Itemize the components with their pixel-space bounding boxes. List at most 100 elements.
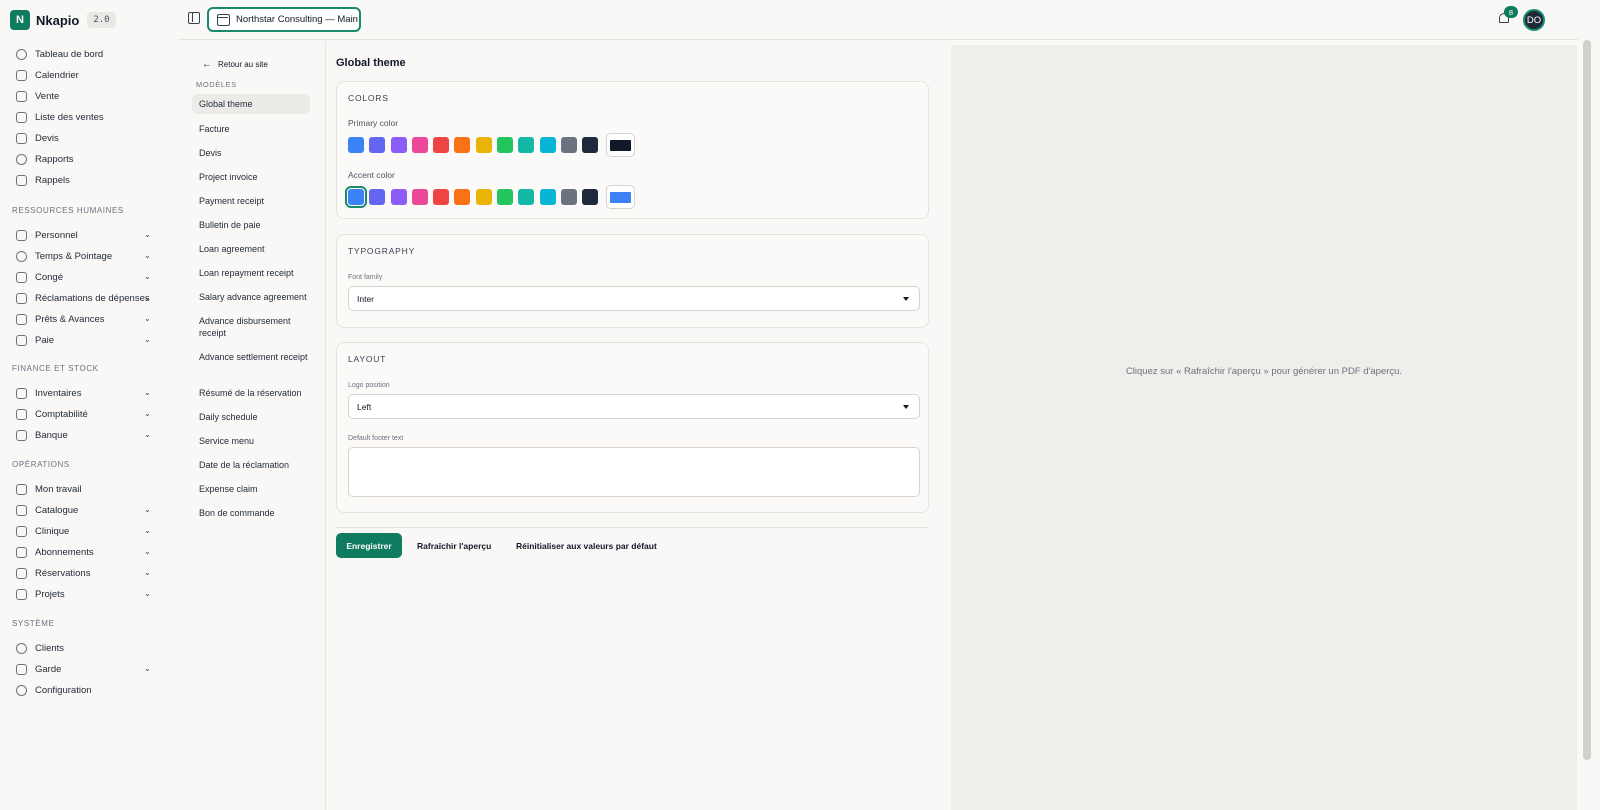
sidebar-item-r-servations[interactable]: Réservations ⌄: [12, 563, 152, 583]
reset-defaults-button[interactable]: Réinitialiser aux valeurs par défaut: [516, 533, 657, 558]
color-swatch[interactable]: [390, 189, 407, 205]
color-swatch[interactable]: [411, 189, 428, 205]
chevron-down-icon[interactable]: ⌄: [144, 410, 152, 418]
color-swatch[interactable]: [411, 137, 428, 153]
chevron-down-icon[interactable]: ⌄: [144, 569, 152, 577]
custom-color-picker[interactable]: [605, 133, 635, 157]
template-item[interactable]: Loan agreement: [192, 243, 310, 255]
template-item[interactable]: Advance settlement receipt: [192, 351, 310, 363]
refresh-preview-button[interactable]: Rafraîchir l'aperçu: [417, 533, 491, 558]
color-swatch[interactable]: [539, 189, 556, 205]
logo-position-select[interactable]: Left: [348, 394, 920, 419]
color-swatch[interactable]: [369, 189, 386, 205]
color-swatch[interactable]: [497, 137, 514, 153]
template-item[interactable]: Bulletin de paie: [192, 219, 310, 231]
save-button[interactable]: Enregistrer: [336, 533, 402, 558]
sidebar-item-vente[interactable]: Vente: [12, 86, 152, 106]
color-swatch[interactable]: [454, 189, 471, 205]
color-swatch[interactable]: [582, 189, 599, 205]
sidebar-item-catalogue[interactable]: Catalogue ⌄: [12, 500, 152, 520]
template-item[interactable]: Facture: [192, 123, 310, 135]
chevron-down-icon[interactable]: ⌄: [144, 548, 152, 556]
sidebar-item-personnel[interactable]: Personnel ⌄: [12, 225, 152, 245]
custom-color-picker[interactable]: [605, 185, 635, 209]
color-swatch[interactable]: [348, 137, 364, 153]
templates-nav: ← Retour au site MODÈLES Global theme Fac…: [178, 41, 326, 810]
sidebar-item-temps-pointage[interactable]: Temps & Pointage ⌄: [12, 246, 152, 266]
font-family-select[interactable]: Inter: [348, 286, 920, 311]
color-swatch[interactable]: [345, 186, 367, 208]
footer-text-input[interactable]: [348, 447, 920, 497]
sidebar-item-calendrier[interactable]: Calendrier: [12, 65, 152, 85]
chevron-down-icon[interactable]: ⌄: [144, 506, 152, 514]
template-item[interactable]: Résumé de la réservation: [192, 387, 310, 399]
avatar[interactable]: DO: [1523, 9, 1545, 31]
template-item[interactable]: Salary advance agreement: [192, 291, 310, 303]
color-swatch[interactable]: [518, 137, 535, 153]
template-item[interactable]: Project invoice: [192, 171, 310, 183]
sidebar-item-clinique[interactable]: Clinique ⌄: [12, 521, 152, 541]
scrollbar[interactable]: [1583, 40, 1591, 760]
color-swatch[interactable]: [475, 137, 492, 153]
brand[interactable]: N Nkapio 2.0: [10, 10, 116, 30]
color-swatch[interactable]: [433, 137, 450, 153]
color-swatch[interactable]: [560, 189, 577, 205]
template-item[interactable]: Loan repayment receipt: [192, 267, 310, 279]
color-swatch[interactable]: [454, 137, 471, 153]
chevron-down-icon[interactable]: ⌄: [144, 389, 152, 397]
template-item[interactable]: Expense claim: [192, 483, 310, 495]
sidebar-item-banque[interactable]: Banque ⌄: [12, 425, 152, 445]
workspace-switcher[interactable]: Northstar Consulting — Main: [207, 7, 361, 32]
template-item[interactable]: Service menu: [192, 435, 310, 447]
back-to-site-link[interactable]: ← Retour au site: [202, 59, 268, 70]
chevron-down-icon[interactable]: ⌄: [144, 231, 152, 239]
color-swatch[interactable]: [518, 189, 535, 205]
color-swatch[interactable]: [369, 137, 386, 153]
sidebar-item-paie[interactable]: Paie ⌄: [12, 330, 152, 350]
color-swatch[interactable]: [560, 137, 577, 153]
sidebar-item-comptabilit[interactable]: Comptabilité ⌄: [12, 404, 152, 424]
color-swatch[interactable]: [433, 189, 450, 205]
sidebar-item-pr-ts-avances[interactable]: Prêts & Avances ⌄: [12, 309, 152, 329]
sidebar-item-cong[interactable]: Congé ⌄: [12, 267, 152, 287]
chevron-down-icon[interactable]: ⌄: [144, 527, 152, 535]
color-swatch[interactable]: [497, 189, 514, 205]
sidebar-item-rappels[interactable]: Rappels: [12, 170, 152, 190]
sidebar-item-liste-des-ventes[interactable]: Liste des ventes: [12, 107, 152, 127]
sidebar-item-projets[interactable]: Projets ⌄: [12, 584, 152, 604]
chevron-down-icon[interactable]: ⌄: [144, 431, 152, 439]
sidebar-item-mon-travail[interactable]: Mon travail: [12, 479, 152, 499]
template-item[interactable]: Daily schedule: [192, 411, 310, 423]
sidebar-item-label: Rapports: [35, 153, 74, 165]
template-item[interactable]: Bon de commande: [192, 507, 310, 519]
sidebar-item-clients[interactable]: Clients: [12, 638, 152, 658]
users-icon: [16, 229, 27, 241]
sidebar-item-configuration[interactable]: Configuration: [12, 680, 152, 700]
color-swatch[interactable]: [475, 189, 492, 205]
template-item[interactable]: Devis: [192, 147, 310, 159]
chevron-down-icon[interactable]: ⌄: [144, 294, 152, 302]
color-swatch[interactable]: [582, 137, 599, 153]
sidebar-item-inventaires[interactable]: Inventaires ⌄: [12, 383, 152, 403]
template-item[interactable]: Global theme: [192, 94, 310, 114]
color-swatch[interactable]: [390, 137, 407, 153]
color-swatch[interactable]: [539, 137, 556, 153]
sidebar-item-r-clamations-de-d-penses[interactable]: Réclamations de dépenses ⌄: [12, 288, 152, 308]
template-item[interactable]: Advance disbursement receipt: [192, 315, 296, 339]
sidebar-item-tableau-de-bord[interactable]: Tableau de bord: [12, 44, 152, 64]
brand-logo: N: [10, 10, 30, 30]
template-item[interactable]: Date de la réclamation: [192, 459, 310, 471]
primary-color-swatches: [348, 133, 635, 157]
template-item[interactable]: Payment receipt: [192, 195, 310, 207]
chevron-down-icon[interactable]: ⌄: [144, 590, 152, 598]
sidebar-item-abonnements[interactable]: Abonnements ⌄: [12, 542, 152, 562]
sidebar-item-rapports[interactable]: Rapports: [12, 149, 152, 169]
sidebar-toggle-icon[interactable]: [188, 12, 200, 24]
sidebar-item-garde[interactable]: Garde ⌄: [12, 659, 152, 679]
chevron-down-icon[interactable]: ⌄: [144, 315, 152, 323]
chevron-down-icon[interactable]: ⌄: [144, 273, 152, 281]
chevron-down-icon[interactable]: ⌄: [144, 665, 152, 673]
chevron-down-icon[interactable]: ⌄: [144, 252, 152, 260]
sidebar-item-devis[interactable]: Devis: [12, 128, 152, 148]
chevron-down-icon[interactable]: ⌄: [144, 336, 152, 344]
